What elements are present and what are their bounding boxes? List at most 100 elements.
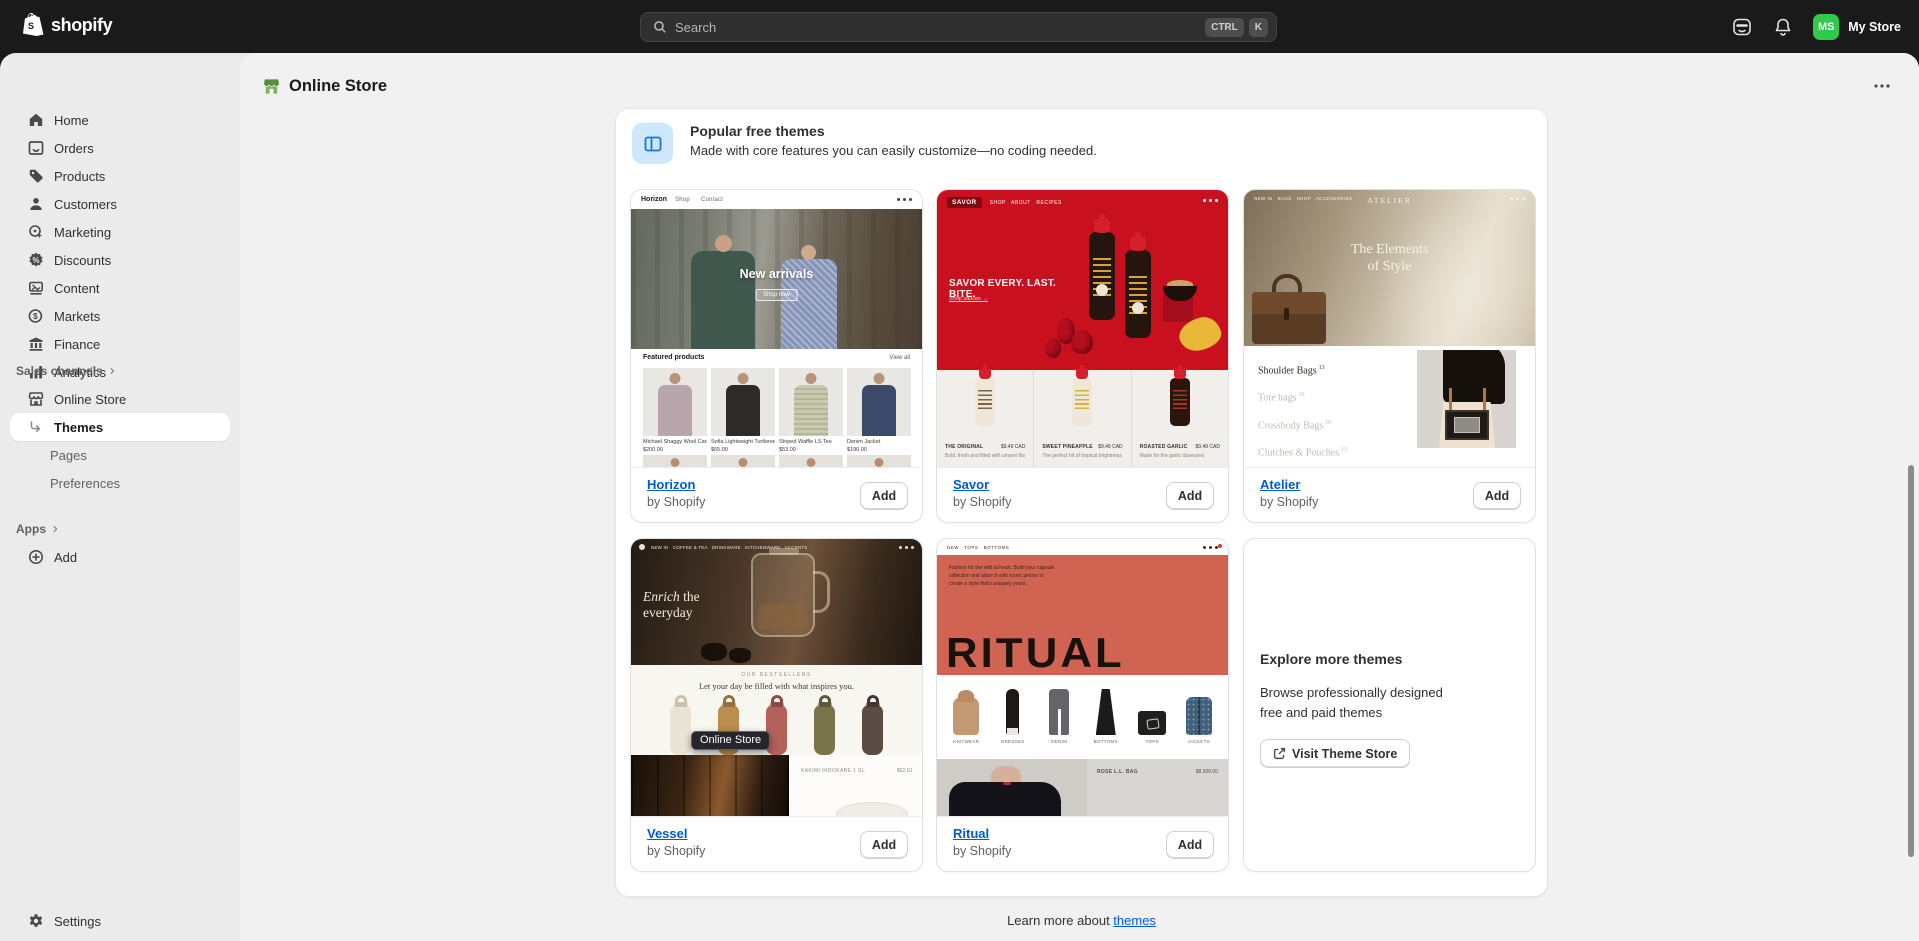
ritual-hero: Fashion for the wild at heart. Build you… — [937, 555, 1228, 675]
external-link-icon — [1273, 747, 1286, 760]
sidebar-item-discounts[interactable]: % Discounts — [10, 246, 230, 274]
sidebar-item-finance[interactable]: Finance — [10, 330, 230, 358]
sidebar-item-home[interactable]: Home — [10, 106, 230, 134]
themes-banner-icon — [632, 123, 673, 164]
theme-link-horizon[interactable]: Horizon — [647, 477, 695, 492]
sidebar-item-preferences[interactable]: Preferences — [10, 469, 230, 497]
shortcut-k-key: K — [1249, 18, 1268, 37]
theme-link-ritual[interactable]: Ritual — [953, 826, 989, 841]
theme-author: by Shopify — [953, 844, 1011, 858]
theme-card-footer: Savor by Shopify Add — [937, 467, 1228, 523]
shortcut-ctrl-key: CTRL — [1205, 18, 1244, 37]
tag-icon — [28, 168, 44, 184]
page-title: Online Store — [289, 77, 387, 96]
sidebar-item-markets[interactable]: $ Markets — [10, 302, 230, 330]
sidebar-item-marketing[interactable]: Marketing — [10, 218, 230, 246]
vessel-bestsellers: OUR BESTSELLERS Let your day be filled w… — [631, 665, 922, 755]
atelier-product-thumb — [1417, 350, 1516, 448]
theme-preview-savor[interactable]: SAVOR SHOP ABOUT RECIPES SAVOR EVERY. LA… — [937, 190, 1228, 467]
shopify-logo[interactable]: S shopify — [20, 12, 112, 38]
add-theme-button-vessel[interactable]: Add — [860, 831, 908, 859]
sidebar-item-customers[interactable]: Customers — [10, 190, 230, 218]
sidekick-icon[interactable] — [1731, 16, 1753, 38]
theme-card-footer: Ritual by Shopify Add — [937, 816, 1228, 872]
explore-themes-card: Explore more themes Browse professionall… — [1243, 538, 1536, 872]
savor-products-strip: THE ORIGINAL $9.49 CAD Bold, fresh and f… — [937, 370, 1228, 467]
search-input[interactable]: Search CTRL K — [640, 12, 1277, 42]
sidebar-item-settings[interactable]: Settings — [10, 907, 230, 935]
sidebar-item-pages[interactable]: Pages — [10, 441, 230, 469]
theme-author: by Shopify — [1260, 495, 1318, 509]
theme-preview-ritual[interactable]: NEW TOPS BOTTOMS Fashion for the wild at… — [937, 539, 1228, 816]
person-icon — [28, 196, 44, 212]
theme-link-vessel[interactable]: Vessel — [647, 826, 688, 841]
chevron-right-icon — [50, 524, 60, 534]
theme-preview-atelier[interactable]: NEW IN BAGS SHOP ACCESSORIES ATELIER The… — [1244, 190, 1535, 467]
add-theme-button-horizon[interactable]: Add — [860, 482, 908, 510]
online-store-tooltip: Online Store — [691, 731, 770, 750]
savor-nav-icons — [1203, 199, 1218, 202]
theme-preview-vessel[interactable]: Online Store NEW IN COFFEE & TEA DRINKWA… — [631, 539, 922, 816]
ritual-model-photo — [937, 759, 1087, 816]
theme-link-atelier[interactable]: Atelier — [1260, 477, 1300, 492]
theme-preview-horizon[interactable]: Horizon Shop Contact New arrivals Shop n… — [631, 190, 922, 467]
nested-arrow-icon — [28, 419, 44, 435]
savor-hero: SAVOR SHOP ABOUT RECIPES SAVOR EVERY. LA… — [937, 190, 1228, 370]
sidebar-item-products[interactable]: Products — [10, 162, 230, 190]
explore-text-line2: free and paid themes — [1260, 705, 1382, 720]
store-name: My Store — [1848, 20, 1901, 34]
notifications-bell-icon[interactable] — [1773, 17, 1793, 37]
theme-card-ritual: NEW TOPS BOTTOMS Fashion for the wild at… — [936, 538, 1229, 872]
home-icon — [28, 112, 44, 128]
banner-description: Made with core features you can easily c… — [690, 143, 1097, 158]
page-scrollbar[interactable] — [1908, 465, 1914, 857]
visit-theme-store-button[interactable]: Visit Theme Store — [1260, 739, 1410, 768]
globe-dollar-icon: $ — [28, 308, 44, 324]
atelier-handbag — [1252, 292, 1326, 344]
sidebar-item-content[interactable]: Content — [10, 274, 230, 302]
vessel-shelf-strip: KAKIMI HIDOKABE 1 SL. $62.10 — [631, 755, 922, 816]
add-theme-button-savor[interactable]: Add — [1166, 482, 1214, 510]
vessel-carafe — [751, 553, 815, 637]
horizon-preview-nav: Horizon Shop Contact — [631, 190, 922, 209]
ritual-category-strip: KNITWEAR DRESSES DENIM BOTTOMS TOPS JACK… — [937, 675, 1228, 759]
add-theme-button-atelier[interactable]: Add — [1473, 482, 1521, 510]
savor-bottle — [1089, 232, 1115, 320]
vessel-nav-icons — [899, 546, 914, 549]
theme-card-savor: SAVOR SHOP ABOUT RECIPES SAVOR EVERY. LA… — [936, 189, 1229, 523]
apps-header[interactable]: Apps — [16, 519, 60, 539]
sidebar-item-orders[interactable]: Orders — [10, 134, 230, 162]
themes-help-link[interactable]: themes — [1113, 913, 1156, 928]
theme-card-vessel: Online Store NEW IN COFFEE & TEA DRINKWA… — [630, 538, 923, 872]
savor-bottle — [1125, 250, 1151, 338]
vessel-bottle-row — [631, 705, 922, 755]
vessel-wood-photo — [631, 755, 789, 816]
overflow-menu-button[interactable] — [1869, 79, 1895, 93]
theme-card-footer: Vessel by Shopify Add — [631, 816, 922, 872]
orders-icon — [28, 140, 44, 156]
page-header: Online Store — [262, 77, 387, 96]
sidebar-item-add-app[interactable]: Add — [10, 543, 230, 571]
main-content: Online Store Popular free themes Made wi… — [240, 53, 1919, 941]
sidebar-item-online-store[interactable]: Online Store — [10, 385, 230, 413]
shopify-bag-icon: S — [20, 12, 44, 38]
horizon-product-names: Michael Shaggy Wool Cardigan$200.00 Sofi… — [643, 439, 911, 453]
theme-card-footer: Atelier by Shopify Add — [1244, 467, 1535, 523]
theme-author: by Shopify — [647, 495, 705, 509]
storefront-icon — [28, 391, 44, 407]
sales-channels-header[interactable]: Sales channels — [16, 361, 117, 381]
circle-plus-icon — [28, 549, 44, 565]
theme-link-savor[interactable]: Savor — [953, 477, 989, 492]
svg-text:%: % — [32, 256, 39, 265]
sidebar-item-themes[interactable]: Themes — [10, 413, 230, 441]
search-placeholder: Search — [675, 20, 1200, 35]
sidebar: Home Orders Products Customers Marketing… — [0, 53, 240, 941]
ritual-featured-strip: ROSE L.L. BAG $8,500.00 — [937, 759, 1228, 816]
chevron-right-icon — [107, 366, 117, 376]
account-menu[interactable]: MS My Store — [1813, 14, 1901, 40]
explore-text-line1: Browse professionally designed — [1260, 685, 1443, 700]
gear-icon — [28, 913, 44, 929]
svg-text:$: $ — [33, 311, 38, 321]
shopify-wordmark: shopify — [51, 15, 112, 36]
add-theme-button-ritual[interactable]: Add — [1166, 831, 1214, 859]
